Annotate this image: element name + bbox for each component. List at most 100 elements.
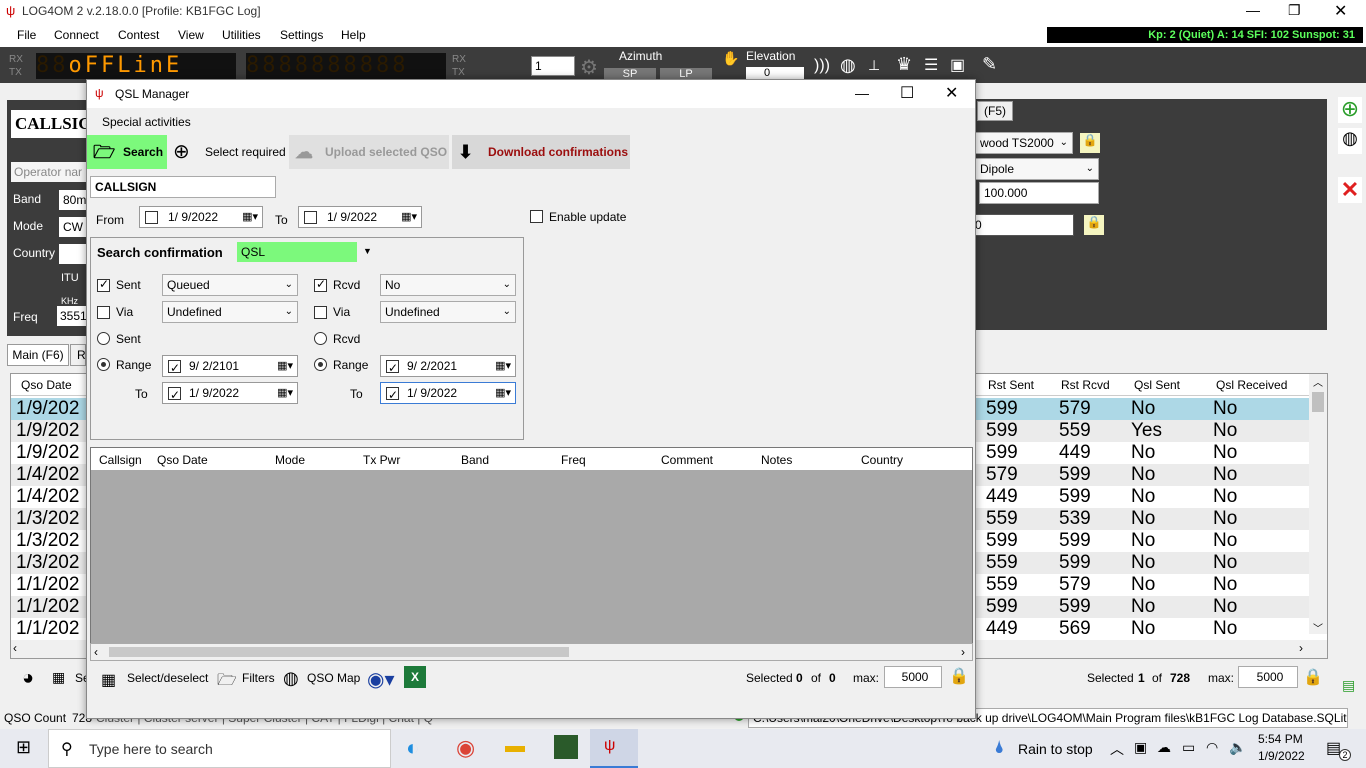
scroll-left-icon[interactable]: ‹ [13,641,17,655]
sent-range-from-picker[interactable]: 9/ 2/2101 ▦▾ [162,355,298,378]
grid-icon[interactable]: ▦ [52,669,65,686]
volume-icon[interactable]: 🔈 [1229,739,1246,756]
col-rst-sent[interactable]: Rst Sent [988,378,1034,392]
lock-icon-2[interactable]: 🔒 [1084,215,1104,235]
to-date-checkbox[interactable] [304,211,317,224]
col-mode[interactable]: Mode [275,453,305,467]
filters-button[interactable]: Filters [242,671,275,685]
file-explorer-icon[interactable]: ▬ [505,735,525,758]
wifi-icon[interactable]: ◠ [1206,739,1218,756]
col-freq[interactable]: Freq [561,453,586,467]
col-qsl-received[interactable]: Qsl Received [1216,378,1287,392]
menu-help[interactable]: Help [341,28,366,42]
gear-icon[interactable]: ⚙ [580,55,598,80]
windows-start-icon[interactable]: ⊞ [16,737,31,758]
antenna-select[interactable]: Dipole ⌄ [975,158,1099,180]
sent-range-radio[interactable] [97,358,110,371]
menu-utilities[interactable]: Utilities [222,28,261,42]
tray-camera-icon[interactable]: ▣ [1134,739,1147,756]
menu-settings[interactable]: Settings [280,28,323,42]
pen-icon[interactable]: ✎ [982,54,997,75]
world-icon[interactable]: ◍ [1338,128,1362,154]
scroll-thumb[interactable] [1312,392,1324,412]
google-earth-icon[interactable]: ◉▾ [367,667,395,692]
from-date-checkbox[interactable] [145,211,158,224]
calendar-icon-2[interactable]: ▦▾ [401,207,417,227]
download-button[interactable]: ⬇ Download confirmations [452,135,630,169]
results-hscrollbar[interactable]: ‹ › [90,643,973,661]
dialog-close-icon[interactable]: ✕ [945,83,958,103]
scroll-up-icon[interactable]: ︿ [1313,374,1323,389]
menu-contest[interactable]: Contest [118,28,159,42]
close-icon[interactable]: ✕ [1334,1,1347,21]
tab-r[interactable]: R [70,344,86,366]
rcvd-range-to-picker[interactable]: 1/ 9/2022 ▦▾ [380,382,516,405]
col-country[interactable]: Country [861,453,903,467]
col-tx-pwr[interactable]: Tx Pwr [363,453,400,467]
sent-status-select[interactable]: Queued ⌄ [162,274,298,296]
log4om-taskbar-button[interactable]: ψ [590,729,638,768]
app-icon-radio[interactable] [554,735,578,759]
delete-icon[interactable]: ✕ [1338,177,1362,203]
rcvd-via-select[interactable]: Undefined ⌄ [380,301,516,323]
dlg-lock-icon[interactable]: 🔒 [949,666,969,686]
signal-icon[interactable]: ))) [814,57,830,75]
col-qso-date[interactable]: Qso Date [21,378,72,392]
server-icon[interactable]: ☰ [924,55,938,75]
stop-hand-icon[interactable]: ✋ [722,50,739,67]
lock-icon-3[interactable]: 🔒 [1303,667,1323,687]
qso-map-button[interactable]: QSO Map [307,671,360,685]
sent-checkbox[interactable] [97,277,110,292]
radio-icon[interactable]: ▣ [950,55,965,75]
antenna-icon[interactable]: ⊥ [868,57,880,74]
col-band[interactable]: Band [461,453,489,467]
onedrive-icon[interactable]: ☁ [1157,739,1171,756]
zero-field[interactable]: 0 [970,214,1074,236]
weather-text[interactable]: Rain to stop [1018,741,1093,757]
clock-time[interactable]: 5:54 PM [1258,732,1303,746]
rcvd-checkbox[interactable] [314,277,327,292]
scroll-right-icon[interactable]: › [1299,641,1303,655]
battery-icon[interactable]: ▭ [1182,739,1195,756]
calendar-icon-3[interactable]: ▦▾ [277,356,293,376]
add-icon[interactable]: ⊕ [1338,97,1362,123]
col-qso-date-dlg[interactable]: Qso Date [157,453,208,467]
rcvd-status-select[interactable]: No ⌄ [380,274,516,296]
sent-range-to-checkbox[interactable] [168,385,181,405]
col-qsl-sent[interactable]: Qsl Sent [1134,378,1180,392]
side-grid-icon[interactable]: ▤ [1342,677,1355,694]
select-required-button[interactable]: ⊕ Select required [169,135,287,169]
sent-range-to-picker[interactable]: 1/ 9/2022 ▦▾ [162,382,298,405]
rcvd-range-radio[interactable] [314,358,327,371]
menu-view[interactable]: View [178,28,204,42]
excel-icon[interactable]: X [404,666,426,688]
chrome-icon[interactable]: ◉ [456,735,475,761]
col-rst-rcvd[interactable]: Rst Rcvd [1061,378,1110,392]
menu-connect[interactable]: Connect [54,28,99,42]
globe-icon[interactable]: ◍ [840,55,856,76]
dlg-max-field[interactable]: 5000 [884,666,942,688]
dropdown-arrow-icon[interactable]: ▼ [363,246,372,256]
results-scroll-left-icon[interactable]: ‹ [94,645,98,659]
search-button[interactable]: 🗁 Search [87,135,167,169]
col-callsign[interactable]: Callsign [99,453,142,467]
col-comment[interactable]: Comment [661,453,713,467]
select-deselect-icon[interactable]: ▦ [101,670,116,690]
operator-field[interactable]: Operator nar [11,162,91,182]
taskbar-search[interactable]: ⚲ Type here to search [48,729,391,768]
calendar-icon-5[interactable]: ▦▾ [277,383,293,403]
menu-file[interactable]: File [17,28,36,42]
lock-icon[interactable]: 🔒 [1080,133,1100,153]
vertical-scrollbar[interactable]: ︿ ﹀ [1309,374,1327,635]
power-field[interactable]: 100.000 [979,182,1099,204]
to-date-picker[interactable]: 1/ 9/2022 ▦▾ [298,206,422,228]
scroll-down-icon[interactable]: ﹀ [1313,620,1323,635]
restore-icon[interactable]: ❐ [1288,2,1301,19]
clock-date[interactable]: 1/9/2022 [1258,749,1305,763]
sent-range-from-checkbox[interactable] [168,358,181,378]
radio-select[interactable]: wood TS2000 ⌄ [975,132,1073,154]
tray-chevron-icon[interactable]: ︿ [1110,739,1124,759]
callsign-field[interactable]: CALLSIGN [11,110,104,138]
confirmation-type-select[interactable]: QSL [237,242,357,262]
qso-map-icon[interactable]: ◍ [283,668,299,689]
